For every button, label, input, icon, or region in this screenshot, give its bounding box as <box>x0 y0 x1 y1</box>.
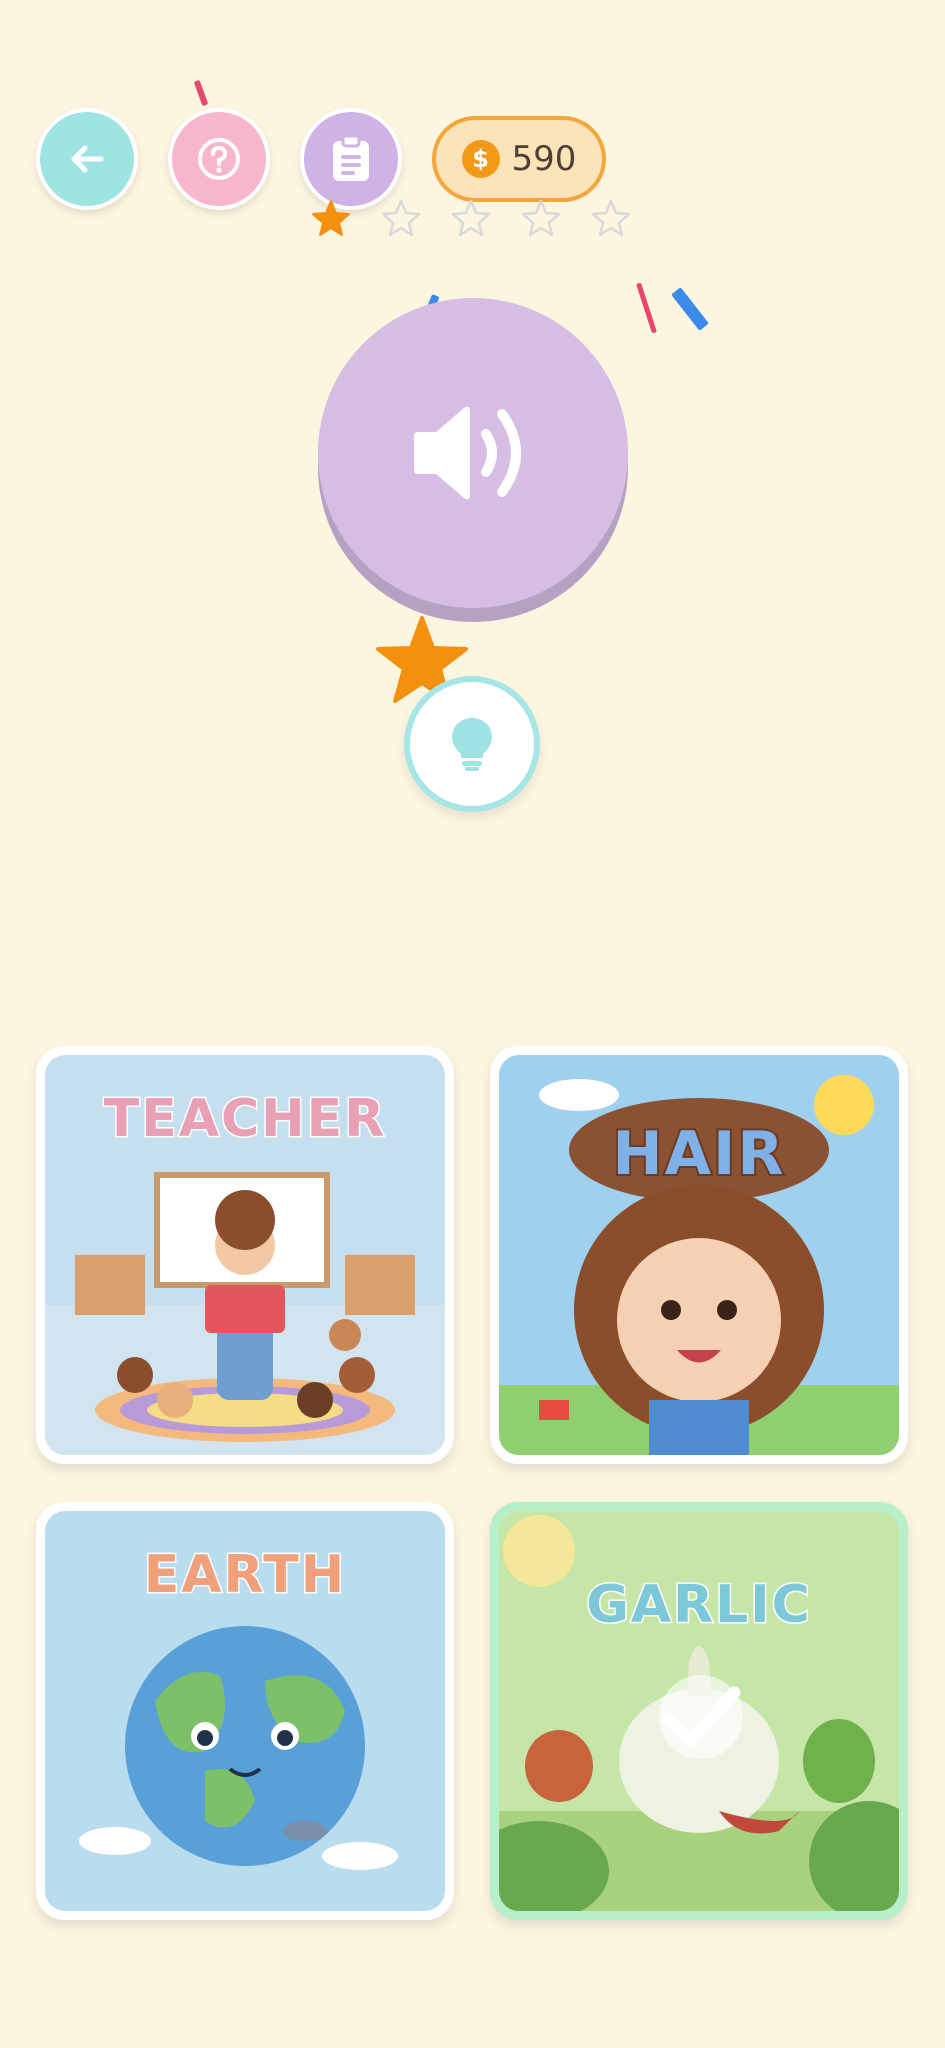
star-filled-icon <box>312 200 350 236</box>
answer-card-earth[interactable]: EARTH <box>36 1502 454 1920</box>
help-button[interactable] <box>168 108 270 210</box>
answer-card-hair[interactable]: HAIR <box>490 1046 908 1464</box>
coin-counter: $ 590 <box>432 116 606 202</box>
card-illustration: GARLIC <box>499 1511 899 1911</box>
correct-answer-indicator <box>659 1675 743 1759</box>
confetti-piece <box>193 79 209 107</box>
card-illustration: HAIR <box>499 1055 899 1455</box>
star-empty-icon <box>591 199 631 237</box>
answer-card-teacher[interactable]: TEACHER <box>36 1046 454 1464</box>
question-circle-icon <box>198 138 240 180</box>
card-word: EARTH <box>142 1544 347 1607</box>
arrow-left-icon <box>71 145 104 173</box>
star-empty-icon <box>521 199 561 237</box>
star-empty-icon <box>451 199 491 237</box>
card-illustration: EARTH <box>45 1511 445 1911</box>
hair-illustration <box>499 1075 899 1455</box>
dollar-coin-icon: $ <box>461 140 500 178</box>
lightbulb-icon <box>452 718 492 771</box>
speaker-button-face[interactable] <box>318 298 628 608</box>
card-illustration: TEACHER <box>45 1055 445 1455</box>
star-empty-icon <box>381 199 421 237</box>
clipboard-icon <box>333 135 369 181</box>
hint-button[interactable] <box>404 676 540 812</box>
checkmark-icon <box>661 1686 741 1748</box>
card-word: TEACHER <box>102 1088 387 1151</box>
card-word: GARLIC <box>585 1574 812 1637</box>
notes-button[interactable] <box>300 108 402 210</box>
confetti-piece <box>636 282 657 334</box>
coin-count: 590 <box>511 139 577 179</box>
back-button[interactable] <box>36 108 138 210</box>
answer-card-garlic[interactable]: GARLIC <box>490 1502 908 1920</box>
speaker-volume-icon <box>414 406 521 500</box>
card-word: HAIR <box>610 1117 786 1191</box>
play-audio-button[interactable] <box>318 298 628 622</box>
confetti-piece <box>671 287 709 331</box>
progress-stars <box>311 198 631 238</box>
